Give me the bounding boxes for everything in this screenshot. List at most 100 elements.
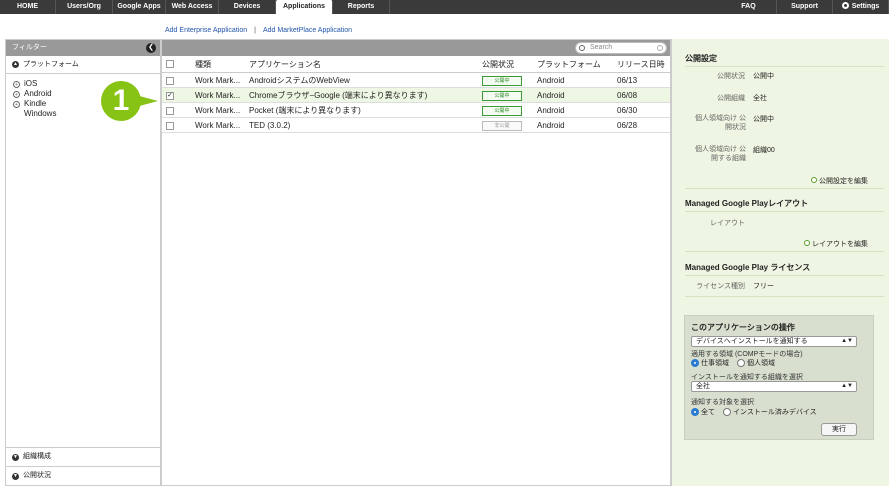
action-select-value: デバイスへインストールを通知する [696, 338, 808, 345]
top-navigation: HOME Users/Org Google Apps Web Access Device… [0, 0, 889, 14]
nav-tab-label: Support [791, 3, 818, 10]
table-row[interactable]: Work Mark... AndroidシステムのWebView 公開中 Androi… [162, 73, 670, 88]
row-checkbox[interactable] [166, 122, 174, 130]
nav-tab-label: Devices [233, 3, 261, 10]
license-type-value: フリー [753, 283, 774, 290]
edit-publish-settings-label: 公開設定を編集 [819, 178, 868, 185]
nav-tab-label: HOME [17, 3, 38, 10]
radio-target-all-label: 全て [701, 409, 715, 416]
org-select[interactable]: 全社 ▲▼ [691, 381, 857, 392]
personal-status-value: 公開中 [753, 116, 774, 123]
cell-platform: Android [537, 76, 565, 85]
add-enterprise-application-link[interactable]: Add Enterprise Application [165, 27, 247, 34]
cell-status: 公開中 [482, 103, 532, 118]
link-separator: | [254, 27, 256, 34]
select-all-checkbox[interactable] [166, 60, 174, 68]
cell-release: 06/28 [617, 121, 638, 130]
cell-name: TED (3.0.2) [249, 121, 291, 130]
publish-settings-title: 公開設定 [685, 54, 717, 63]
cell-status: 非公開 [482, 118, 532, 133]
cell-type: Work Mark... [195, 76, 241, 85]
header-status[interactable]: 公開状況 [482, 56, 532, 73]
radio-personal-area[interactable] [737, 359, 745, 367]
nav-left-group: HOME Users/Org Google Apps Web Access Device… [0, 0, 390, 14]
nav-tab-label: FAQ [741, 3, 756, 10]
edit-publish-settings-link[interactable]: 公開設定を編集 [811, 176, 868, 186]
radio-work-label: 仕事領域 [701, 360, 729, 367]
application-table: Search 種類 アプリケーション名 公開状況 プラットフォーム リリース日時… [161, 39, 671, 486]
nav-tab-users-org[interactable]: Users/Org [56, 0, 113, 14]
step-callout-badge: 1 [101, 81, 141, 121]
layout-title: Managed Google Playレイアウト [685, 199, 809, 208]
radio-personal-label: 個人領域 [747, 360, 775, 367]
operations-title: このアプリケーションの操作 [691, 323, 795, 332]
status-section-label: 公開状況 [23, 472, 51, 479]
nav-tab-faq[interactable]: FAQ [721, 0, 777, 14]
cell-name: AndroidシステムのWebView [249, 76, 350, 85]
cell-release: 06/08 [617, 91, 638, 100]
org-section-toggle[interactable]: ▼ 組織構成 [6, 447, 160, 466]
nav-tab-home[interactable]: HOME [0, 0, 56, 14]
nav-tab-support[interactable]: Support [777, 0, 833, 14]
nav-tab-reports[interactable]: Reports [333, 0, 390, 14]
platform-label: Android [24, 89, 52, 98]
header-name[interactable]: アプリケーション名 [249, 56, 479, 73]
nav-tab-devices[interactable]: Devices [219, 0, 276, 14]
cell-platform: Android [537, 91, 565, 100]
divider [685, 296, 884, 297]
nav-tab-label: Settings [851, 3, 880, 10]
platform-label: Kindle [24, 99, 47, 108]
gear-icon [841, 2, 849, 9]
cell-type: Work Mark... [195, 121, 241, 130]
action-select[interactable]: デバイスへインストールを通知する ▲▼ [691, 336, 857, 347]
execute-button[interactable]: 実行 [821, 423, 857, 436]
add-application-links: Add Enterprise Application | Add MarketP… [165, 27, 352, 34]
header-platform[interactable]: プラットフォーム [537, 56, 607, 73]
layout-label: レイアウト [710, 220, 745, 227]
cell-name: Pocket (端末により異なります) [249, 106, 361, 115]
app-operations-box: このアプリケーションの操作 デバイスへインストールを通知する ▲▼ 適用する領域… [684, 315, 874, 440]
radio-target-installed[interactable] [723, 408, 731, 416]
publish-status-label: 公開状況 [717, 73, 745, 80]
divider [685, 66, 884, 67]
status-section-toggle[interactable]: ▼ 公開状況 [6, 466, 160, 485]
table-row[interactable]: ✓ Work Mark... Chromeブラウザ−Google (端末により異なり… [162, 88, 670, 103]
personal-status-label: 個人領域向け 公開状況 [695, 115, 746, 131]
table-body: Work Mark... AndroidシステムのWebView 公開中 Androi… [162, 73, 670, 133]
collapse-left-icon[interactable]: ❮ [146, 43, 156, 53]
table-row[interactable]: Work Mark... TED (3.0.2) 非公開 Android 06/28 [162, 118, 670, 133]
clear-icon[interactable] [657, 45, 663, 51]
table-row[interactable]: Work Mark... Pocket (端末により異なります) 公開中 Androi… [162, 103, 670, 118]
header-release[interactable]: リリース日時 [617, 56, 667, 73]
platform-label: Windows [24, 109, 57, 118]
personal-org-value: 組織00 [753, 147, 775, 154]
cell-platform: Android [537, 121, 565, 130]
header-type[interactable]: 種類 [195, 56, 250, 73]
nav-tab-label: Web Access [171, 3, 213, 10]
personal-org-label: 個人領域向け 公開する組織 [695, 146, 746, 162]
row-checkbox[interactable] [166, 107, 174, 115]
divider [685, 188, 884, 189]
select-arrows-icon: ▲▼ [841, 338, 853, 344]
nav-tab-applications[interactable]: Applications [276, 0, 333, 14]
nav-tab-google-apps[interactable]: Google Apps [113, 0, 166, 14]
cell-release: 06/30 [617, 106, 638, 115]
row-checkbox[interactable]: ✓ [166, 92, 174, 100]
add-marketplace-application-link[interactable]: Add MarketPlace Application [263, 27, 352, 34]
platform-section-toggle[interactable]: ▲ プラットフォーム [6, 56, 160, 74]
radio-work-area[interactable] [691, 359, 699, 367]
nav-tab-label: Applications [282, 3, 325, 10]
nav-tab-web-access[interactable]: Web Access [166, 0, 219, 14]
table-toolbar: Search [162, 40, 670, 56]
search-input[interactable]: Search [575, 42, 667, 54]
radio-target-all[interactable] [691, 408, 699, 416]
status-badge: 公開中 [482, 75, 522, 86]
area-radio-group: 仕事領域 個人領域 [691, 358, 775, 368]
select-arrows-icon: ▲▼ [841, 383, 853, 389]
divider [685, 211, 884, 212]
row-checkbox[interactable] [166, 77, 174, 85]
target-radio-group: 全て インストール済みデバイス [691, 407, 817, 417]
nav-tab-settings[interactable]: Settings [833, 0, 889, 14]
edit-layout-link[interactable]: レイアウトを編集 [804, 239, 868, 249]
platform-item-ios[interactable]: + iOS [13, 79, 160, 89]
